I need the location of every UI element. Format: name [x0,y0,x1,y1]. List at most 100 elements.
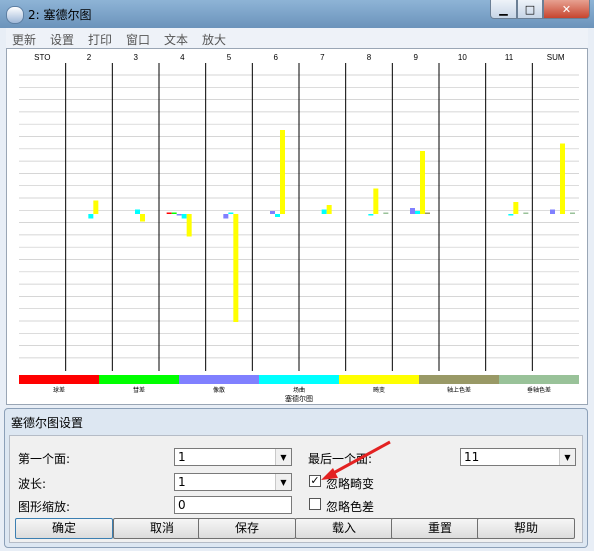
menu-zoom[interactable]: 放大 [202,31,226,48]
bar-畸变 [280,130,285,214]
legend-swatch [419,375,499,384]
load-button[interactable]: 载入 [295,518,393,539]
bar-轴上色差 [425,212,430,214]
legend-swatch [19,375,99,384]
ignore-distortion-label: 忽略畸变 [326,477,375,491]
title-bar: 2: 塞德尔图 ▁ □ ✕ [0,0,594,28]
ignore-color-label: 忽略色差 [326,500,375,514]
window-title: 2: 塞德尔图 [28,8,92,22]
first-surface-value: 1 [178,450,186,464]
bar-球差 [166,212,172,214]
bar-畸变 [420,151,425,214]
chevron-down-icon: ▼ [275,449,291,465]
dialog-title: 塞德尔图设置 [11,416,84,430]
bar-垂轴色差 [570,212,575,214]
bar-彗差 [171,212,177,214]
bar-畸变 [513,202,519,214]
bar-畸变 [560,143,565,214]
seidel-chart-panel: STO 2 3 4 5 6 7 8 9 10 11 SUM 球差 彗差 像散 场曲 畸变 轴上色差 垂轴色差塞德尔图 [6,48,588,405]
menu-text[interactable]: 文本 [164,31,188,48]
first-surface-label: 第一个面: [18,452,71,466]
bar-畸变 [140,214,145,222]
minimize-button[interactable]: ▁ [490,0,517,19]
last-surface-label: 最后一个面: [308,452,373,466]
bar-场曲 [321,209,327,214]
bar-像散 [176,214,182,216]
menu-bar: 更新 设置 打印 窗口 文本 放大 [6,28,588,48]
wavelength-label: 波长: [18,477,47,491]
legend-label: 球差 [53,386,65,394]
bar-像散 [550,209,555,214]
bar-场曲 [135,209,140,214]
maximize-button[interactable]: □ [517,0,543,19]
menu-update[interactable]: 更新 [12,31,36,48]
ok-button[interactable]: 确定 [15,518,113,539]
scale-value: 0 [178,498,186,512]
column-label: SUM [547,53,565,62]
column-label: 4 [180,53,185,62]
chevron-down-icon: ▼ [275,474,291,490]
maximize-icon: □ [524,2,536,16]
bar-畸变 [93,200,99,214]
legend-label: 场曲 [293,386,305,394]
seidel-settings-dialog: 塞德尔图设置 第一个面: 1 ▼ 最后一个面: 11 ▼ 波长: 1 ▼ ✓ 忽… [4,408,588,548]
ignore-distortion-checkbox[interactable]: ✓ [309,475,321,487]
legend-swatch [259,375,339,384]
column-label: 5 [227,53,232,62]
legend-label: 像散 [213,386,225,394]
bar-垂轴色差 [383,212,389,214]
cancel-button[interactable]: 取消 [113,518,211,539]
column-label: 6 [273,53,278,62]
seidel-chart: STO 2 3 4 5 6 7 8 9 10 11 SUM 球差 彗差 像散 场曲 畸变 轴上色差 垂轴色差塞德尔图 [19,53,579,403]
save-button[interactable]: 保存 [198,518,296,539]
column-label: 9 [413,53,418,62]
bar-场曲 [415,211,420,214]
bar-像散 [270,211,275,214]
close-button[interactable]: ✕ [543,0,590,19]
column-label: 11 [505,53,514,62]
menu-settings[interactable]: 设置 [50,31,74,48]
bar-畸变 [326,205,332,214]
minimize-icon: ▁ [499,2,508,16]
bar-畸变 [373,188,379,214]
legend-label: 轴上色差 [447,386,471,394]
legend-swatch [339,375,419,384]
first-surface-select[interactable]: 1 ▼ [174,448,292,466]
column-label: 7 [320,53,325,62]
legend-label: 垂轴色差 [527,386,551,394]
bar-像散 [223,214,229,219]
column-label: 10 [458,53,467,62]
last-surface-select[interactable]: 11 ▼ [460,448,576,466]
bar-场曲 [275,214,280,217]
column-label: 2 [87,53,92,62]
scale-label: 图形缩放: [18,500,71,514]
legend-label: 彗差 [133,386,145,394]
bar-场曲 [88,214,94,219]
menu-window[interactable]: 窗口 [126,31,150,48]
ignore-color-checkbox[interactable] [309,498,321,510]
bar-垂轴色差 [523,212,529,214]
bar-场曲 [508,214,514,216]
reset-button[interactable]: 重置 [391,518,489,539]
close-icon: ✕ [561,2,572,16]
legend-label: 畸变 [373,386,385,394]
chart-title: 塞德尔图 [285,394,313,403]
help-button[interactable]: 帮助 [477,518,575,539]
menu-print[interactable]: 打印 [88,31,112,48]
bar-场曲 [181,214,187,219]
column-label: STO [34,53,50,62]
bar-场曲 [368,214,374,216]
last-surface-value: 11 [464,450,480,464]
wavelength-value: 1 [178,475,186,489]
legend-swatch [99,375,179,384]
column-label: 8 [367,53,372,62]
chevron-down-icon: ▼ [559,449,575,465]
scale-input[interactable]: 0 [174,496,292,514]
bar-场曲 [228,212,234,214]
app-icon [6,6,24,24]
wavelength-select[interactable]: 1 ▼ [174,473,292,491]
legend-swatch [179,375,259,384]
legend-swatch [499,375,579,384]
bar-畸变 [233,214,239,322]
column-label: 3 [133,53,138,62]
